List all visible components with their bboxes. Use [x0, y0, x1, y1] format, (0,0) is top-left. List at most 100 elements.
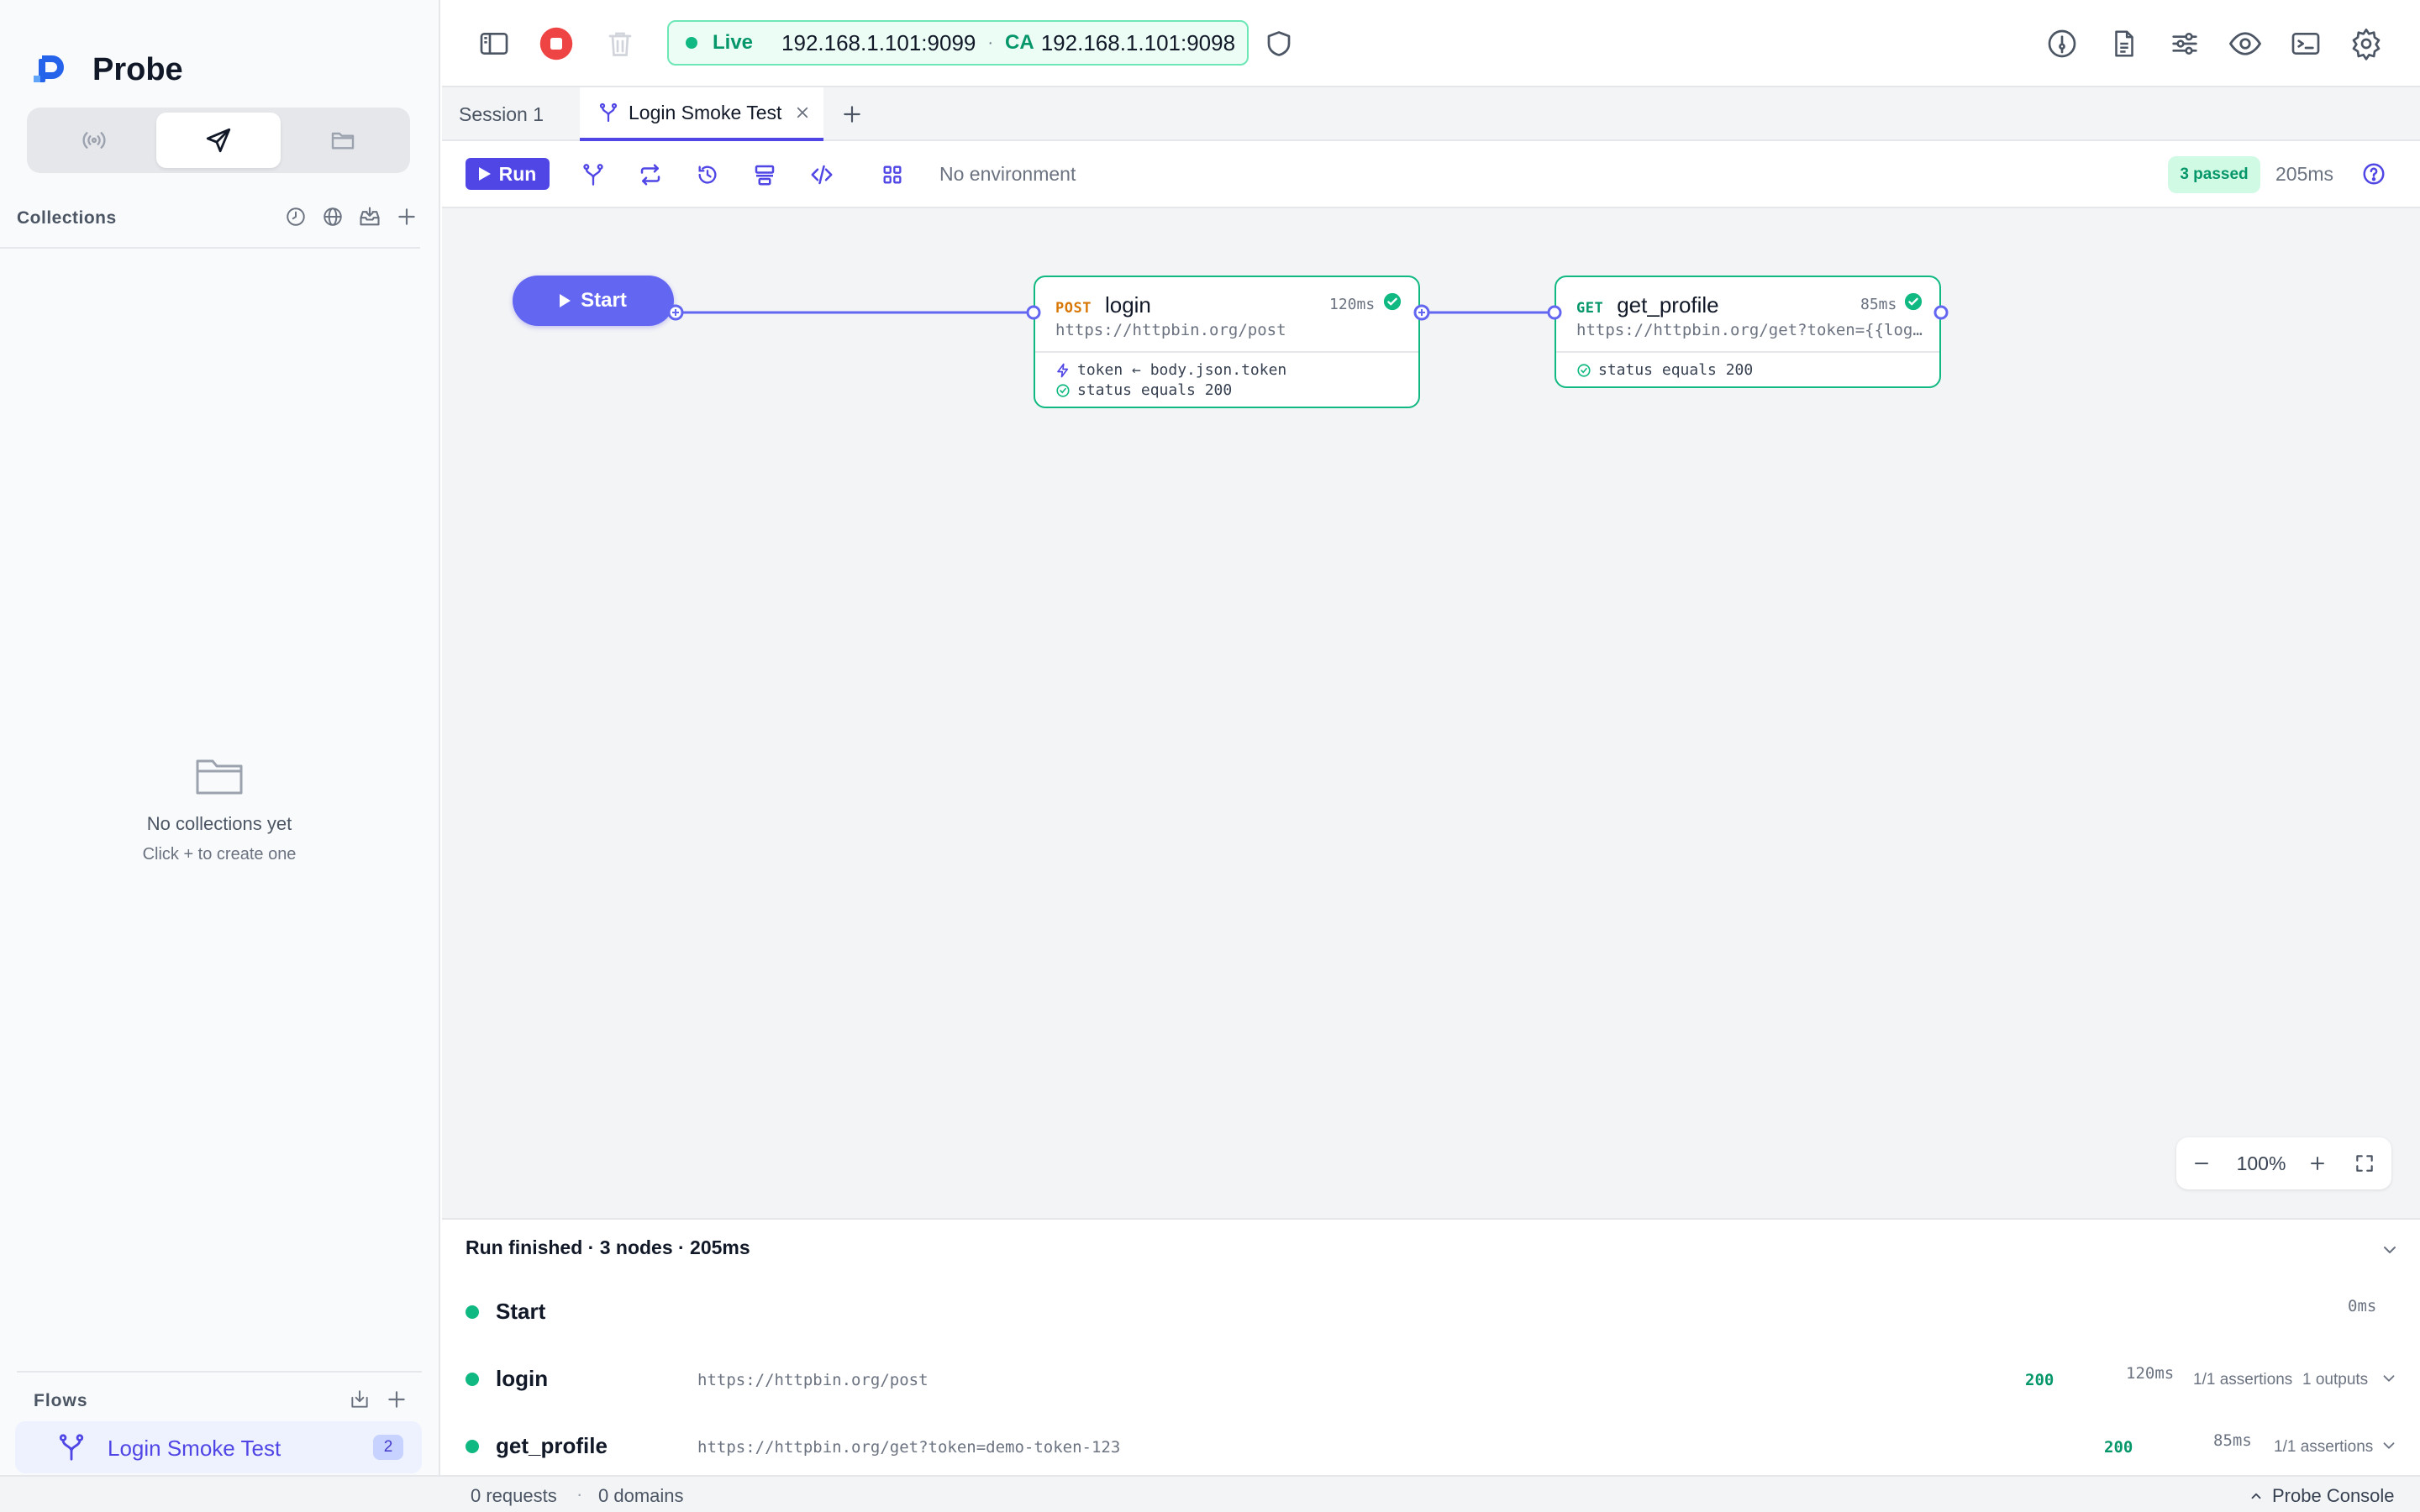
node-extract-text: token ← body.json.token [1077, 361, 1287, 379]
trash-icon[interactable] [602, 25, 639, 62]
node-name: login [1104, 292, 1151, 318]
brand: Probe [34, 52, 183, 88]
run-duration: 205ms [2275, 163, 2334, 185]
proxy-address: 192.168.1.101:9099 [781, 29, 976, 55]
node-url: https://httpbin.org/post [1055, 321, 1286, 339]
empty-hint: Click + to create one [142, 845, 297, 864]
live-proxy-indicator[interactable]: Live 192.168.1.101:9099 · CA 192.168.1.1… [667, 20, 1249, 66]
node-extract: token ← body.json.token [1055, 361, 1286, 379]
zoom-out-button[interactable] [2186, 1148, 2217, 1179]
import-icon[interactable] [356, 203, 383, 230]
expand-row-icon[interactable] [2380, 1369, 2398, 1388]
gear-icon[interactable] [2348, 25, 2385, 62]
node-name: get_profile [1617, 292, 1719, 318]
condition-node-icon[interactable] [750, 160, 780, 190]
expand-row-icon[interactable] [2380, 1436, 2398, 1455]
app-name: Probe [92, 52, 183, 87]
start-node[interactable]: Start [513, 276, 674, 326]
zoom-controls: 100% [2176, 1137, 2391, 1189]
plus-icon[interactable] [393, 203, 420, 230]
add-flow-icon[interactable] [383, 1386, 410, 1413]
run-row-assertions: 1/1 assertions [2193, 1371, 2293, 1389]
sidebar-toggle-icon[interactable] [476, 25, 513, 62]
mode-files-button[interactable] [281, 113, 405, 168]
request-node-login[interactable]: POST login 120ms https://httpbin.org/pos… [1034, 276, 1420, 408]
run-row-url: https://httpbin.org/post [697, 1371, 929, 1389]
shield-icon[interactable] [1260, 25, 1297, 62]
terminal-icon[interactable] [2287, 25, 2324, 62]
add-tab-icon[interactable] [837, 99, 867, 129]
flow-icon [599, 102, 618, 123]
tab-login-smoke-test[interactable]: Login Smoke Test [580, 87, 823, 141]
tab-label: Session 1 [459, 102, 544, 125]
node-url: https://httpbin.org/get?token={{login.to… [1576, 321, 1923, 339]
ca-label: CA [1005, 31, 1034, 54]
collections-divider [0, 247, 420, 249]
collections-header: Collections [0, 200, 439, 247]
play-icon [478, 167, 491, 181]
run-row-login[interactable]: login https://httpbin.org/post 200 120ms… [442, 1344, 2420, 1411]
mode-switch [27, 108, 410, 173]
node-assertion: status equals 200 [1055, 381, 1232, 399]
fit-view-icon[interactable] [2349, 1148, 2380, 1179]
environment-selector[interactable]: No environment [939, 163, 1076, 186]
close-icon[interactable] [795, 105, 810, 120]
flow-canvas[interactable]: Start POST login 120ms https://httpbin.o… [442, 208, 2420, 1218]
send-icon [206, 128, 231, 153]
sliders-icon[interactable] [2166, 25, 2203, 62]
globe-icon[interactable] [319, 203, 346, 230]
node-divider [1556, 351, 1939, 353]
live-separator: · [987, 33, 994, 52]
import-flow-icon[interactable] [346, 1386, 373, 1413]
status-dot [466, 1440, 479, 1453]
mode-request-button[interactable] [156, 113, 281, 168]
node-divider [1035, 351, 1418, 353]
node-assertion-text: status equals 200 [1598, 361, 1754, 379]
start-node-label: Start [581, 289, 627, 312]
eye-icon[interactable] [2227, 25, 2264, 62]
check-circle-icon [1056, 383, 1070, 397]
collapse-panel-icon[interactable] [2380, 1240, 2400, 1260]
flow-item-login-smoke-test[interactable]: Login Smoke Test 2 [15, 1421, 422, 1473]
flow-edges [676, 311, 1555, 314]
probe-console-button[interactable]: Probe Console [2249, 1485, 2395, 1507]
zoom-in-button[interactable] [2302, 1148, 2333, 1179]
ca-address: 192.168.1.101:9098 [1040, 29, 1236, 55]
tab-session-1[interactable]: Session 1 [459, 87, 576, 141]
history-icon[interactable] [282, 203, 309, 230]
loop-node-icon[interactable] [635, 160, 666, 190]
domain-count: 0 domains [598, 1485, 684, 1506]
flows-header: Flows [0, 1383, 439, 1420]
run-row-get-profile[interactable]: get_profile https://httpbin.org/get?toke… [442, 1411, 2420, 1478]
flows-divider [17, 1371, 422, 1373]
run-row-start[interactable]: Start 0ms [442, 1277, 2420, 1344]
run-row-url: https://httpbin.org/get?token=demo-token… [697, 1438, 1121, 1457]
document-icon[interactable] [2106, 25, 2143, 62]
node-assertion: status equals 200 [1576, 361, 1753, 379]
status-bar: 0 requests · 0 domains Probe Console [0, 1475, 2420, 1512]
probe-logo-icon [34, 55, 64, 82]
run-row-name: Start [496, 1299, 546, 1324]
stop-icon[interactable] [538, 25, 575, 62]
collections-empty-state: No collections yet Click + to create one [0, 756, 439, 864]
request-node-get-profile[interactable]: GET get_profile 85ms https://httpbin.org… [1555, 276, 1941, 388]
play-icon [560, 294, 571, 307]
mode-traffic-button[interactable] [32, 113, 156, 168]
run-row-outputs: 1 outputs [2302, 1371, 2369, 1389]
run-row-name: get_profile [496, 1433, 608, 1458]
auto-layout-icon[interactable] [877, 160, 908, 190]
run-row-assertions: 1/1 assertions [2274, 1438, 2374, 1456]
delay-node-icon[interactable] [692, 160, 723, 190]
status-dot [466, 1305, 479, 1319]
empty-folder-icon [196, 759, 243, 795]
branch-node-icon[interactable] [578, 160, 608, 190]
run-row-name: login [496, 1366, 549, 1391]
code-node-icon[interactable] [807, 160, 837, 190]
gauge-icon[interactable] [2044, 25, 2081, 62]
node-time: 120ms [1329, 296, 1376, 313]
run-button[interactable]: Run [466, 158, 550, 190]
sidebar: Probe Collections No collections yet Cli… [0, 0, 440, 1475]
node-assertion-text: status equals 200 [1077, 381, 1233, 399]
help-icon[interactable] [2361, 161, 2388, 188]
status-separator: · [576, 1483, 583, 1504]
